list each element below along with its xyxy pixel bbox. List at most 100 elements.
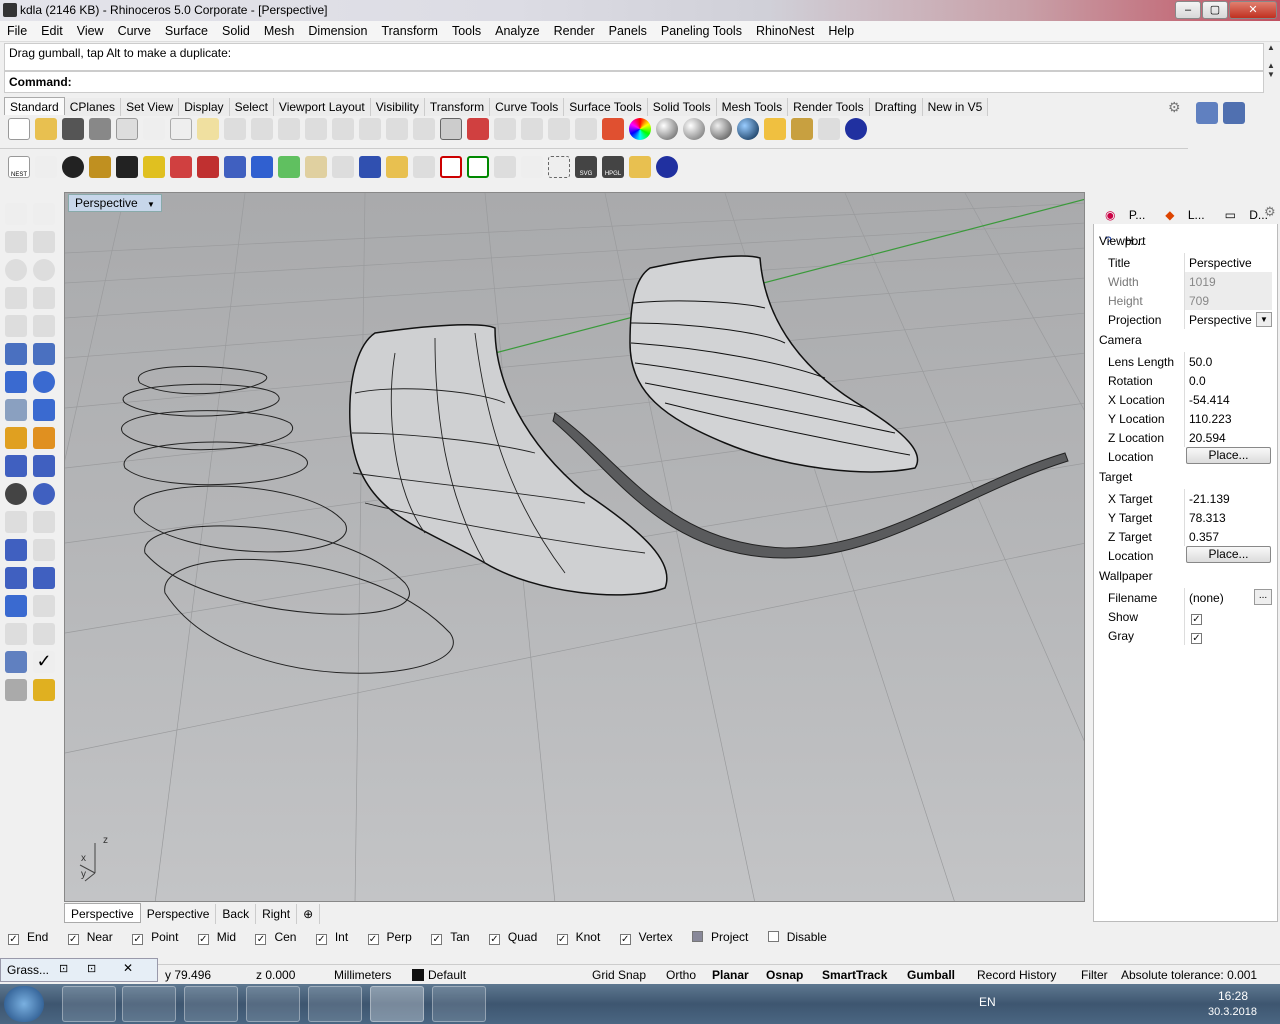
checkbox-icon[interactable] [692,931,704,942]
tab-viewport-layout[interactable]: Viewport Layout [273,98,371,116]
menu-analyze[interactable]: Analyze [488,21,546,38]
zoom-extents-icon[interactable] [359,118,381,140]
osnap-toggle[interactable]: Osnap [766,968,803,982]
zoom-icon[interactable] [305,118,327,140]
light-icon[interactable] [764,118,786,140]
wireframe-sphere-icon[interactable] [656,118,678,140]
viewport-title-tab[interactable]: Perspective ▼ [68,194,162,212]
nest-cut-icon[interactable] [197,156,219,178]
checkbox-icon[interactable]: ✓ [8,934,19,945]
menu-solid[interactable]: Solid [215,21,257,38]
print-icon[interactable] [89,118,111,140]
tab-cplanes[interactable]: CPlanes [64,98,122,116]
circle-icon[interactable] [5,259,27,281]
filter-toggle[interactable]: Filter [1081,968,1108,982]
nest-grid-icon[interactable] [359,156,381,178]
tab-curve-tools[interactable]: Curve Tools [490,98,565,116]
checkbox-icon[interactable]: ✓ [431,934,443,945]
tab-new-in-v5[interactable]: New in V5 [922,98,989,116]
select-arrow-icon[interactable] [5,203,27,225]
rhino-taskbar-icon[interactable] [370,986,424,1022]
rendered-sphere-icon[interactable] [710,118,732,140]
checkbox-icon[interactable] [767,931,779,942]
nest-settings-icon[interactable] [494,156,516,178]
menu-curve[interactable]: Curve [111,21,158,38]
four-viewports-icon[interactable] [440,118,462,140]
dimension-tool-icon[interactable] [33,539,55,561]
tab-transform[interactable]: Transform [424,98,491,116]
dropdown-arrow-icon[interactable]: ▼ [1256,312,1272,327]
osnap-project[interactable]: Project [692,930,756,944]
osnap-perp[interactable]: ✓ Perp [367,930,420,945]
zoom-window-icon[interactable] [332,118,354,140]
extrude-icon[interactable] [5,595,27,617]
menu-view[interactable]: View [70,21,111,38]
car-icon[interactable] [467,118,489,140]
layout-n-icon[interactable] [1223,102,1245,124]
nest-step4-icon[interactable] [143,156,165,178]
command-scrollbar[interactable]: ▲ ▲ ▼ [1264,43,1278,93]
tab-right[interactable]: Right [256,904,298,924]
help-icon[interactable] [845,118,867,140]
checkbox-icon[interactable]: ✓ [132,934,144,945]
layout-icon[interactable] [1196,102,1218,124]
export-hpgl-icon[interactable]: HPGL [602,156,624,178]
snap-icon[interactable] [521,118,543,140]
render-sphere-icon[interactable] [737,118,759,140]
tab-solid-tools[interactable]: Solid Tools [647,98,717,116]
nest-b-icon[interactable] [521,156,543,178]
split-icon[interactable] [33,455,55,477]
zoom-selected-icon[interactable] [386,118,408,140]
save-icon[interactable] [62,118,84,140]
tab-select[interactable]: Select [229,98,274,116]
browse-button[interactable]: ... [1254,589,1272,605]
minimize-button[interactable]: – [1175,1,1201,19]
tab-visibility[interactable]: Visibility [370,98,425,116]
dimension-icon[interactable] [818,118,840,140]
nest-step2-icon[interactable] [89,156,111,178]
perspective-viewport[interactable]: z x y [64,192,1085,902]
loft-icon[interactable] [33,343,55,365]
tab-render-tools[interactable]: Render Tools [788,98,870,116]
pan-icon[interactable] [251,118,273,140]
tab-properties[interactable]: ◉ P... [1093,198,1153,224]
nest-open-icon[interactable] [629,156,651,178]
osnap-tan[interactable]: ✓ Tan [431,930,477,945]
tab-layers[interactable]: ◆ L... [1153,198,1212,224]
nest-grid-frame-icon[interactable] [467,156,489,178]
record-history-toggle[interactable]: Record History [977,968,1056,982]
osnap-point[interactable]: ✓ Point [132,930,186,945]
checkbox-icon[interactable]: ✓ [556,934,568,945]
smarttrack-toggle[interactable]: SmartTrack [822,968,887,982]
menu-tools[interactable]: Tools [445,21,488,38]
tab-standard[interactable]: Standard [4,97,65,115]
rotate-icon[interactable] [5,511,27,533]
nest-star-icon[interactable] [278,156,300,178]
nest-folder-icon[interactable] [386,156,408,178]
checkbox-icon[interactable]: ✓ [315,934,327,945]
nest-curves-icon[interactable] [305,156,327,178]
shaded-sphere-icon[interactable] [683,118,705,140]
point-icon[interactable] [33,203,55,225]
menu-edit[interactable]: Edit [34,21,70,38]
osnap-disable[interactable]: Disable [767,930,835,944]
word-taskbar-icon[interactable] [308,986,362,1022]
nest-step3-icon[interactable] [116,156,138,178]
osnap-quad[interactable]: ✓ Quad [488,930,545,945]
nest-select-icon[interactable] [548,156,570,178]
copy-icon[interactable] [170,118,192,140]
group-icon[interactable] [5,483,27,505]
layer-icon[interactable] [602,118,624,140]
rotate-view-icon[interactable] [278,118,300,140]
contour-icon[interactable] [33,595,55,617]
menu-file[interactable]: File [0,21,34,38]
nest-link-icon[interactable] [413,156,435,178]
new-file-icon[interactable] [8,118,30,140]
checkmark-icon[interactable]: ✓ [33,651,55,673]
clock-time[interactable]: 16:28 [1218,989,1248,1003]
grid-snap-toggle[interactable]: Grid Snap [592,968,646,982]
snap-grid-icon[interactable] [33,623,55,645]
checkbox-icon[interactable]: ✓ [255,934,267,945]
chevron-down-icon[interactable]: ▼ [147,200,155,209]
checkbox-icon[interactable]: ✓ [67,934,79,945]
